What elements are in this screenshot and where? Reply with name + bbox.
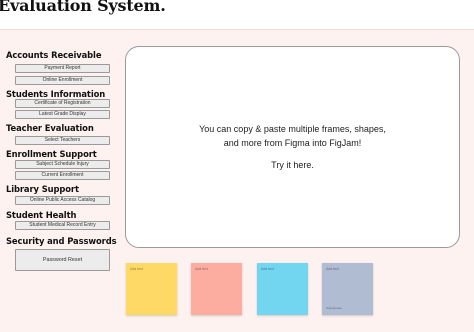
subject-schedule-injury-button[interactable]: Subject Schedule Injury: [15, 160, 110, 169]
section-heading-students-information: Students Information: [6, 89, 106, 99]
select-teachers-button[interactable]: Select Teachers: [15, 136, 110, 145]
try-it-here-text: Try it here.: [271, 160, 314, 170]
canvas: Accounts Receivable Payment Report Onlin…: [0, 29, 474, 332]
section-heading-enrollment-support: Enrollment Support: [6, 149, 97, 159]
sticky-note-yellow[interactable]: Add text: [126, 263, 177, 315]
app-title: Evaluation System.: [0, 0, 166, 15]
title-bar: Evaluation System.: [0, 0, 474, 28]
frame-message: You can copy & paste multiple frames, sh…: [126, 123, 459, 150]
frame-message-line-1: You can copy & paste multiple frames, sh…: [199, 124, 386, 134]
section-heading-library-support: Library Support: [6, 184, 79, 194]
password-reset-button[interactable]: Password Reset: [15, 249, 110, 271]
online-public-access-catalog-button[interactable]: Online Public Access Catalog: [15, 196, 110, 205]
sticky-note-label: Add text: [326, 267, 339, 271]
section-heading-student-health: Student Health: [6, 210, 77, 220]
frame-message-line-2: and more from Figma into FigJam!: [223, 137, 362, 148]
sticky-note-blue[interactable]: Add text: [257, 263, 308, 315]
section-heading-security-and-passwords: Security and Passwords: [6, 236, 117, 246]
sticky-note-label: Add text: [261, 267, 274, 271]
figjam-frame[interactable]: You can copy & paste multiple frames, sh…: [125, 46, 460, 248]
sticky-note-label: Add text: [130, 267, 143, 271]
sticky-note-gray[interactable]: Add text Anonymous: [322, 263, 373, 315]
section-heading-accounts-receivable: Accounts Receivable: [6, 50, 102, 60]
certificate-of-registration-button[interactable]: Certificate of Registration: [15, 99, 110, 108]
student-medical-record-entry-button[interactable]: Student Medical Record Entry: [15, 221, 110, 230]
sticky-note-pink[interactable]: Add text: [191, 263, 242, 315]
payment-report-button[interactable]: Payment Report: [15, 64, 110, 73]
current-enrollment-button[interactable]: Current Enrollment: [15, 171, 110, 180]
sticky-note-label: Add text: [195, 267, 208, 271]
online-enrollment-button[interactable]: Online Enrollment: [15, 76, 110, 85]
sticky-note-author: Anonymous: [326, 306, 342, 310]
latest-grade-display-button[interactable]: Latest Grade Display: [15, 110, 110, 119]
sidebar: Accounts Receivable Payment Report Onlin…: [0, 30, 120, 330]
section-heading-teacher-evaluation: Teacher Evaluation: [6, 123, 94, 133]
